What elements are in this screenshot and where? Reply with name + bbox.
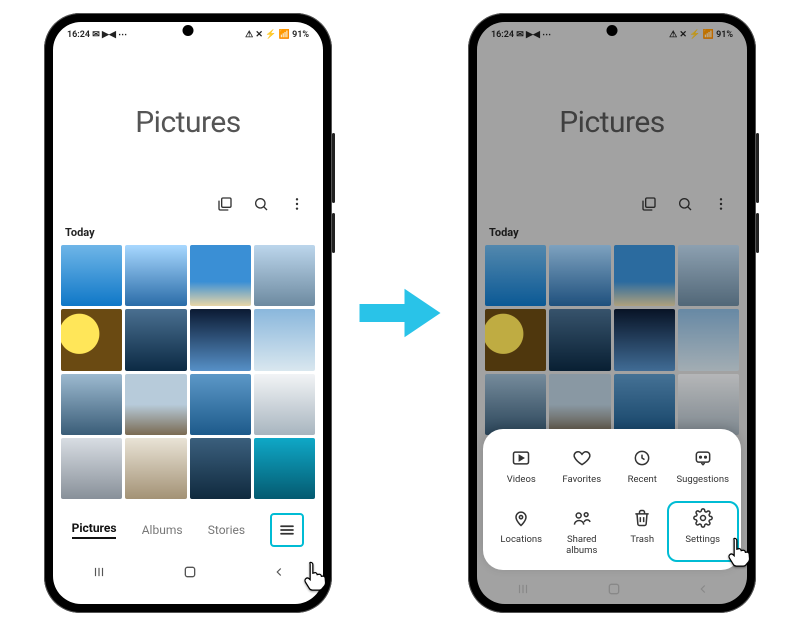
power-button <box>332 213 335 253</box>
transition-arrow-icon <box>350 278 450 348</box>
photo-thumb[interactable] <box>485 374 546 435</box>
gear-icon <box>692 507 714 529</box>
photo-thumb[interactable] <box>125 245 186 306</box>
sheet-locations[interactable]: Locations <box>491 507 552 556</box>
toolbar <box>477 196 747 222</box>
tab-stories[interactable]: Stories <box>208 523 245 537</box>
tab-albums[interactable]: Albums <box>142 523 183 537</box>
photo-thumb[interactable] <box>549 374 610 435</box>
search-icon[interactable] <box>253 196 269 212</box>
tab-pictures[interactable]: Pictures <box>72 521 117 539</box>
recents-icon[interactable] <box>90 565 108 579</box>
page-title: Pictures <box>135 105 241 140</box>
bottom-tabs: Pictures Albums Stories <box>53 499 323 557</box>
back-icon[interactable] <box>696 582 710 596</box>
page-header: Pictures <box>477 48 747 196</box>
photo-thumb[interactable] <box>485 245 546 306</box>
location-icon <box>510 507 532 529</box>
trash-icon <box>631 507 653 529</box>
page-title: Pictures <box>559 105 665 140</box>
sheet-videos[interactable]: Videos <box>491 447 552 485</box>
photo-thumb[interactable] <box>125 309 186 370</box>
photo-thumb[interactable] <box>61 309 122 370</box>
home-icon[interactable] <box>182 564 198 580</box>
volume-button <box>332 133 335 203</box>
volume-button <box>756 133 759 203</box>
photo-thumb[interactable] <box>614 309 675 370</box>
photo-thumb[interactable] <box>254 245 315 306</box>
photo-thumb[interactable] <box>678 309 739 370</box>
recents-icon[interactable] <box>514 582 532 596</box>
photo-thumb[interactable] <box>125 374 186 435</box>
photo-thumb[interactable] <box>190 309 251 370</box>
back-icon[interactable] <box>272 565 286 579</box>
power-button <box>756 213 759 253</box>
sheet-favorites[interactable]: Favorites <box>552 447 613 485</box>
photo-thumb[interactable] <box>125 438 186 499</box>
suggestions-icon <box>692 447 714 469</box>
videos-icon <box>510 447 532 469</box>
multi-select-icon[interactable] <box>217 196 233 212</box>
heart-icon <box>571 447 593 469</box>
sheet-shared[interactable]: Shared albums <box>552 507 613 556</box>
photo-thumb[interactable] <box>254 438 315 499</box>
photo-thumb[interactable] <box>254 309 315 370</box>
shared-icon <box>571 507 593 529</box>
phone-right: 16:24 ✉ ▶◀ ⋯ ⚠ ✕ ⚡ 📶 91% Pictures Today <box>468 13 756 613</box>
clock-icon <box>631 447 653 469</box>
photo-thumb[interactable] <box>678 374 739 435</box>
front-camera <box>183 25 194 36</box>
section-today: Today <box>477 222 747 245</box>
android-navbar <box>477 574 747 604</box>
photo-thumb[interactable] <box>61 438 122 499</box>
phone-left: 16:24 ✉ ▶◀ ⋯ ⚠ ✕ ⚡ 📶 91% Pictures Today <box>44 13 332 613</box>
more-icon[interactable] <box>289 196 305 212</box>
menu-sheet: Videos Favorites Recent Suggestions Loca… <box>483 429 741 570</box>
more-icon[interactable] <box>713 196 729 212</box>
photo-thumb[interactable] <box>549 245 610 306</box>
photo-thumb[interactable] <box>254 374 315 435</box>
photo-thumb[interactable] <box>61 374 122 435</box>
photo-grid <box>53 245 323 499</box>
sheet-trash[interactable]: Trash <box>612 507 673 556</box>
home-icon[interactable] <box>606 581 622 597</box>
android-navbar <box>53 557 323 587</box>
photo-grid <box>477 245 747 435</box>
photo-thumb[interactable] <box>678 245 739 306</box>
photo-thumb[interactable] <box>61 245 122 306</box>
search-icon[interactable] <box>677 196 693 212</box>
section-today: Today <box>53 222 323 245</box>
photo-thumb[interactable] <box>190 438 251 499</box>
photo-thumb[interactable] <box>614 374 675 435</box>
photo-thumb[interactable] <box>614 245 675 306</box>
photo-thumb[interactable] <box>485 309 546 370</box>
front-camera <box>607 25 618 36</box>
sheet-recent[interactable]: Recent <box>612 447 673 485</box>
multi-select-icon[interactable] <box>641 196 657 212</box>
photo-thumb[interactable] <box>190 245 251 306</box>
gallery-screen: 16:24 ✉ ▶◀ ⋯ ⚠ ✕ ⚡ 📶 91% Pictures Today <box>53 22 323 604</box>
photo-thumb[interactable] <box>190 374 251 435</box>
sheet-suggestions[interactable]: Suggestions <box>673 447 734 485</box>
sheet-settings[interactable]: Settings <box>673 507 734 556</box>
photo-thumb[interactable] <box>549 309 610 370</box>
toolbar <box>53 196 323 222</box>
page-header: Pictures <box>53 48 323 196</box>
menu-button[interactable] <box>270 513 304 547</box>
